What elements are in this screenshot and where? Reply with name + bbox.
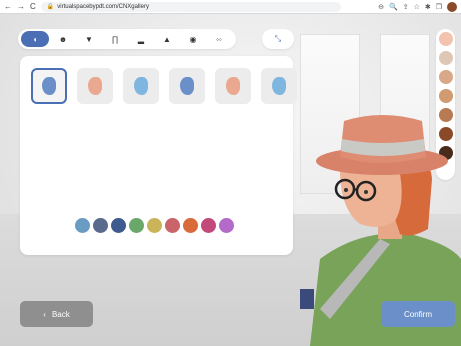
item-panel: [20, 56, 297, 255]
color-swatch[interactable]: [93, 218, 108, 233]
shirt-icon: ▼: [85, 34, 93, 44]
browser-icons: ⊖ 🔍 ⇪ ☆ ✱ ❐: [378, 1, 457, 12]
item-option[interactable]: [123, 68, 159, 104]
reload-icon[interactable]: C: [30, 2, 36, 12]
color-swatch[interactable]: [201, 218, 216, 233]
color-swatch[interactable]: [129, 218, 144, 233]
item-option[interactable]: [261, 68, 297, 104]
back-arrow-icon[interactable]: ←: [4, 2, 12, 12]
ear-icon: [180, 77, 194, 95]
skin-tone-swatch[interactable]: [438, 32, 453, 46]
tab-accessory[interactable]: ◉: [181, 31, 205, 47]
skin-tone-swatch[interactable]: [438, 70, 453, 84]
skin-tone-swatch[interactable]: [438, 51, 453, 65]
ear-icon: [88, 77, 102, 95]
item-option[interactable]: [31, 68, 67, 104]
back-button-label: Back: [51, 309, 70, 319]
confirm-button[interactable]: Confirm: [381, 301, 455, 327]
color-swatch[interactable]: [75, 218, 90, 233]
chevron-left-icon: ‹: [43, 309, 46, 319]
item-option[interactable]: [215, 68, 251, 104]
item-option[interactable]: [169, 68, 205, 104]
extensions-icon[interactable]: ✱: [425, 3, 431, 11]
avatar-shirt: [310, 233, 461, 346]
item-option[interactable]: [77, 68, 113, 104]
profile-icon[interactable]: [447, 1, 457, 12]
ear-icon: [272, 77, 286, 95]
shoe-icon: ▂: [137, 34, 145, 44]
ear-icon: ◖: [32, 34, 38, 44]
bag: [300, 289, 314, 309]
tab-ear[interactable]: ◖: [21, 31, 49, 47]
lock-icon: 🔒: [46, 3, 55, 10]
item-grid: [31, 68, 297, 104]
tab-shoes[interactable]: ▂: [129, 31, 153, 47]
category-toolbar: ◖ ☻ ▼ ∏ ▂ ▲ ◉ ◦◦: [18, 29, 236, 49]
pants-icon: ∏: [111, 34, 119, 44]
forward-arrow-icon[interactable]: →: [17, 2, 25, 12]
tab-shirt[interactable]: ▼: [77, 31, 101, 47]
confirm-button-label: Confirm: [403, 309, 432, 319]
tab-pants[interactable]: ∏: [103, 31, 127, 47]
tab-face[interactable]: ☻: [51, 31, 75, 47]
ear-icon: [134, 77, 148, 95]
skin-tone-swatch[interactable]: [438, 89, 453, 103]
accessory-icon: ◉: [189, 34, 197, 44]
glasses-icon: ◦◦: [216, 34, 222, 44]
avatar-eye: [344, 188, 348, 192]
color-swatch[interactable]: [219, 218, 234, 233]
avatar-glasses: [353, 188, 358, 191]
tab-hat[interactable]: ▲: [155, 31, 179, 47]
hat-icon: ▲: [163, 34, 171, 44]
ear-icon: [226, 77, 240, 95]
window-icon[interactable]: ❐: [436, 3, 442, 11]
avatar-editor: ◖ ☻ ▼ ∏ ▂ ▲ ◉ ◦◦ ⤡ ‹ Back Confirm: [0, 14, 461, 346]
color-swatch[interactable]: [111, 218, 126, 233]
color-swatches: [75, 218, 234, 233]
browser-toolbar: ← → C 🔒 virtualspacebypdt.com/CNXgallery…: [0, 0, 461, 14]
url-text: virtualspacebypdt.com/CNXgallery: [57, 3, 149, 10]
avatar-eye: [364, 190, 368, 194]
zoom-icon[interactable]: ⊖: [378, 3, 384, 11]
color-swatch[interactable]: [183, 218, 198, 233]
tab-glasses[interactable]: ◦◦: [207, 31, 231, 47]
color-swatch[interactable]: [147, 218, 162, 233]
camera-zoom-button[interactable]: ⤡: [262, 29, 294, 49]
address-bar[interactable]: 🔒 virtualspacebypdt.com/CNXgallery: [40, 1, 341, 12]
search-icon[interactable]: 🔍: [389, 3, 398, 11]
face-icon: ☻: [58, 34, 68, 44]
ear-icon: [42, 77, 56, 95]
expand-icon: ⤡: [274, 34, 282, 43]
share-icon[interactable]: ⇪: [403, 3, 409, 11]
star-icon[interactable]: ☆: [414, 3, 420, 11]
color-swatch[interactable]: [165, 218, 180, 233]
back-button[interactable]: ‹ Back: [20, 301, 93, 327]
